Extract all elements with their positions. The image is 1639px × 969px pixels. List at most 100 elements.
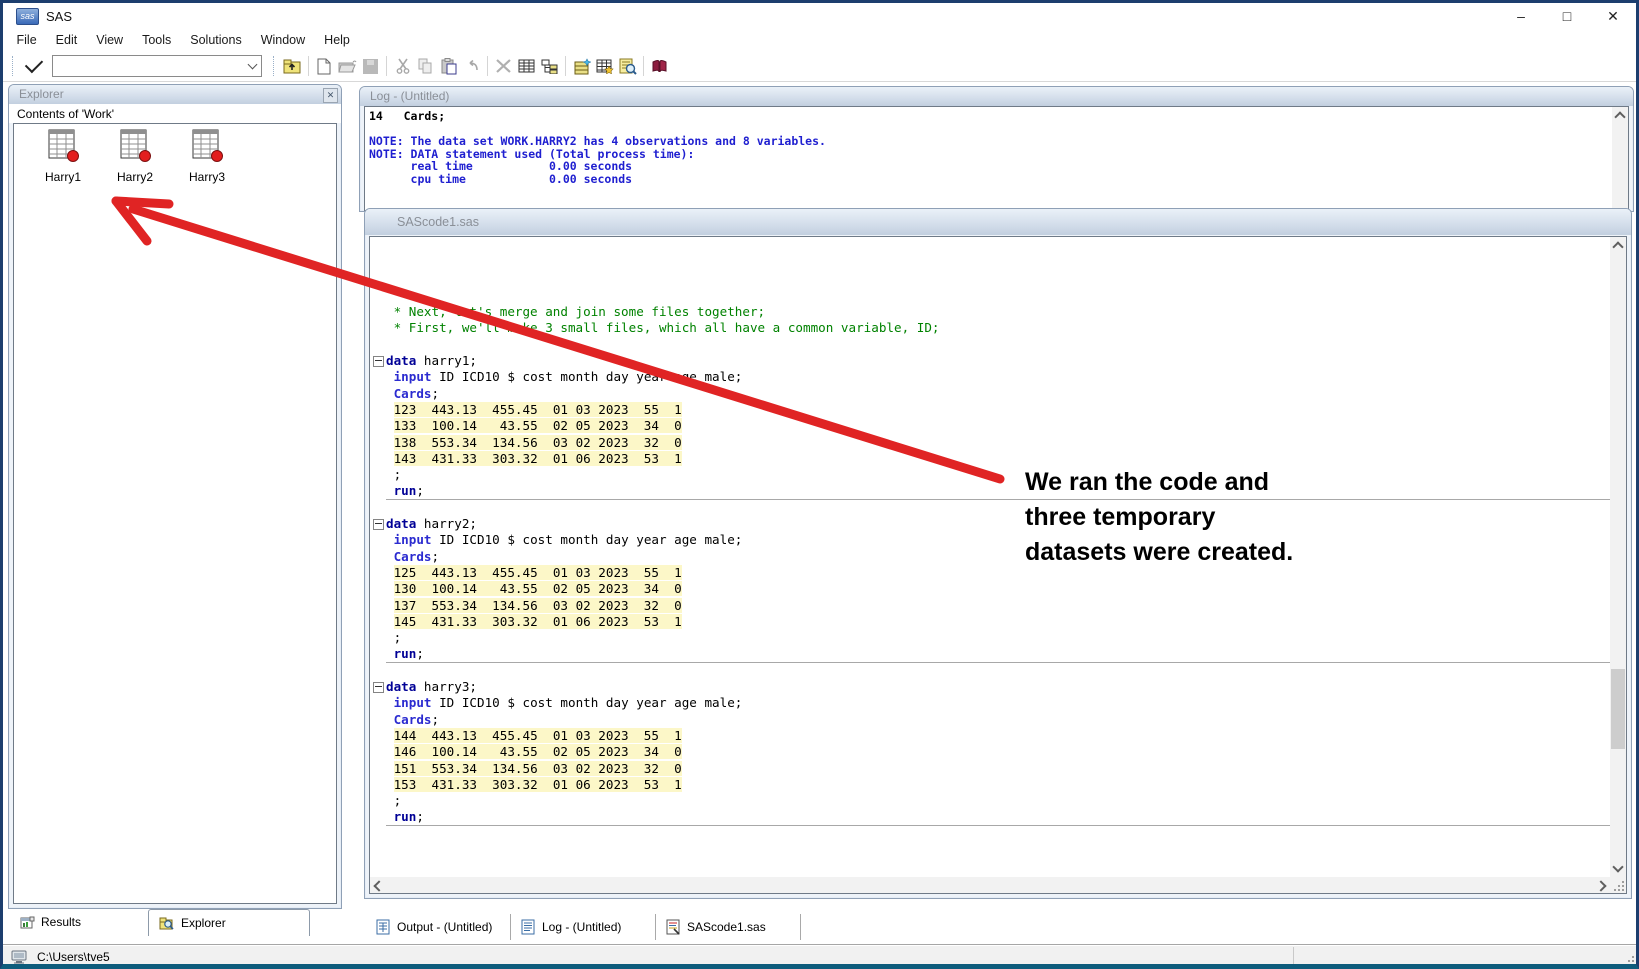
code-line: ; <box>370 793 1610 809</box>
scroll-right-icon[interactable] <box>1595 880 1606 891</box>
code-gutter <box>370 288 386 304</box>
new-library-icon[interactable] <box>570 54 593 78</box>
log-page-icon <box>521 919 535 935</box>
command-input[interactable] <box>55 57 239 75</box>
log-vertical-scrollbar[interactable] <box>1612 107 1628 210</box>
code-line: 143 431.33 303.32 01 06 2023 53 1 <box>370 451 1610 467</box>
toolbar-separator <box>643 56 644 76</box>
code-gutter <box>370 386 386 402</box>
log-line: cpu time 0.00 seconds <box>369 173 1628 186</box>
tab-output-label: Output - (Untitled) <box>397 920 492 934</box>
annotation-line: three temporary <box>1025 500 1293 535</box>
code-line: 130 100.14 43.55 02 05 2023 34 0 <box>370 581 1610 597</box>
code-gutter <box>370 239 386 255</box>
status-path: C:\Users\tve5 <box>37 950 110 964</box>
code-line: run; <box>370 646 1610 662</box>
find-document-icon[interactable] <box>616 54 639 78</box>
dataset-harry2[interactable]: Harry2 <box>100 128 170 184</box>
tab-output-untitled[interactable]: Output - (Untitled) <box>366 912 510 942</box>
delete-icon[interactable] <box>492 54 515 78</box>
collapse-minus-icon[interactable] <box>373 519 384 530</box>
paste-icon[interactable] <box>437 54 460 78</box>
tab-sascode[interactable]: SAScode1.sas <box>656 912 800 942</box>
code-line: 151 553.34 134.56 03 02 2023 32 0 <box>370 761 1610 777</box>
table-view-icon[interactable] <box>515 54 538 78</box>
tab-explorer-label: Explorer <box>181 916 226 930</box>
scroll-left-icon[interactable] <box>373 880 384 891</box>
code-line <box>370 337 1610 353</box>
chevron-down-icon[interactable] <box>248 60 258 70</box>
code-line: 144 443.13 455.45 01 03 2023 55 1 <box>370 728 1610 744</box>
log-window: Log - (Untitled) 14 Cards; NOTE: The dat… <box>359 86 1634 212</box>
explorer-title-text: Explorer <box>19 87 64 101</box>
resize-grip[interactable] <box>1612 879 1624 891</box>
code-line: Cards; <box>370 712 1610 728</box>
collapse-minus-icon[interactable] <box>373 356 384 367</box>
results-icon <box>20 916 35 929</box>
key-table-icon[interactable] <box>593 54 616 78</box>
dataset-harry1[interactable]: Harry1 <box>28 128 98 184</box>
open-folder-icon[interactable] <box>336 54 359 78</box>
code-line: run; <box>370 809 1610 825</box>
close-button[interactable]: ✕ <box>1590 3 1636 29</box>
maximize-button[interactable]: □ <box>1544 3 1590 29</box>
run-check-icon[interactable] <box>25 55 43 73</box>
code-lines[interactable]: * Next, let's merge and join some files … <box>370 237 1610 877</box>
code-gutter <box>370 598 386 614</box>
code-gutter <box>370 369 386 385</box>
minimize-button[interactable]: – <box>1498 3 1544 29</box>
annotation-line: datasets were created. <box>1025 535 1293 570</box>
code-gutter <box>370 272 386 288</box>
code-line: 125 443.13 455.45 01 03 2023 55 1 <box>370 565 1610 581</box>
undo-icon[interactable] <box>460 54 483 78</box>
code-gutter <box>370 761 386 777</box>
editor-horizontal-scrollbar[interactable] <box>370 877 1610 893</box>
scroll-up-icon[interactable] <box>1614 111 1625 122</box>
code-line: data harry2; <box>370 516 1610 532</box>
code-line <box>370 255 1610 271</box>
toolbar-separator <box>386 56 387 76</box>
editor-vertical-scrollbar[interactable] <box>1610 237 1626 877</box>
menu-view[interactable]: View <box>87 33 133 47</box>
save-icon[interactable] <box>359 54 382 78</box>
code-line <box>370 288 1610 304</box>
code-line: input ID ICD10 $ cost month day year age… <box>370 532 1610 548</box>
organize-tree-icon[interactable] <box>538 54 561 78</box>
code-line: 146 100.14 43.55 02 05 2023 34 0 <box>370 744 1610 760</box>
menu-window[interactable]: Window <box>251 33 314 47</box>
scroll-down-icon[interactable] <box>1612 861 1623 872</box>
code-line: 145 431.33 303.32 01 06 2023 53 1 <box>370 614 1610 630</box>
code-line: Cards; <box>370 386 1610 402</box>
tab-results[interactable]: Results <box>10 909 148 935</box>
menu-edit[interactable]: Edit <box>46 33 87 47</box>
window-tabs-bar: Output - (Untitled) Log - (Untitled) SAS… <box>366 911 1630 943</box>
resize-grip[interactable] <box>1622 954 1634 966</box>
left-panel-tabs: Results Explorer <box>10 909 340 936</box>
code-line <box>370 272 1610 288</box>
new-document-icon[interactable] <box>313 54 336 78</box>
dataset-label: Harry2 <box>100 170 170 184</box>
scroll-up-icon[interactable] <box>1612 241 1623 252</box>
code-line <box>370 663 1610 679</box>
code-line: 138 553.34 134.56 03 02 2023 32 0 <box>370 435 1610 451</box>
cut-icon[interactable] <box>391 54 414 78</box>
log-line: NOTE: The data set WORK.HARRY2 has 4 obs… <box>369 135 1628 148</box>
log-lines: 14 Cards; NOTE: The data set WORK.HARRY2… <box>365 107 1628 186</box>
menu-solutions[interactable]: Solutions <box>181 33 251 47</box>
menu-tools[interactable]: Tools <box>133 33 181 47</box>
code-gutter <box>370 467 386 483</box>
scrollbar-thumb[interactable] <box>1611 669 1625 749</box>
menu-file[interactable]: File <box>7 33 46 47</box>
tab-results-label: Results <box>41 915 81 929</box>
help-book-icon[interactable] <box>648 54 671 78</box>
collapse-minus-icon[interactable] <box>373 682 384 693</box>
copy-icon[interactable] <box>414 54 437 78</box>
explorer-close-icon[interactable]: ✕ <box>323 88 338 103</box>
tab-explorer[interactable]: Explorer <box>148 909 310 936</box>
up-one-level-icon[interactable] <box>281 54 304 78</box>
code-gutter <box>370 695 386 711</box>
code-line: 123 443.13 455.45 01 03 2023 55 1 <box>370 402 1610 418</box>
menu-help[interactable]: Help <box>315 33 360 47</box>
tab-log-untitled[interactable]: Log - (Untitled) <box>511 912 655 942</box>
dataset-harry3[interactable]: Harry3 <box>172 128 242 184</box>
